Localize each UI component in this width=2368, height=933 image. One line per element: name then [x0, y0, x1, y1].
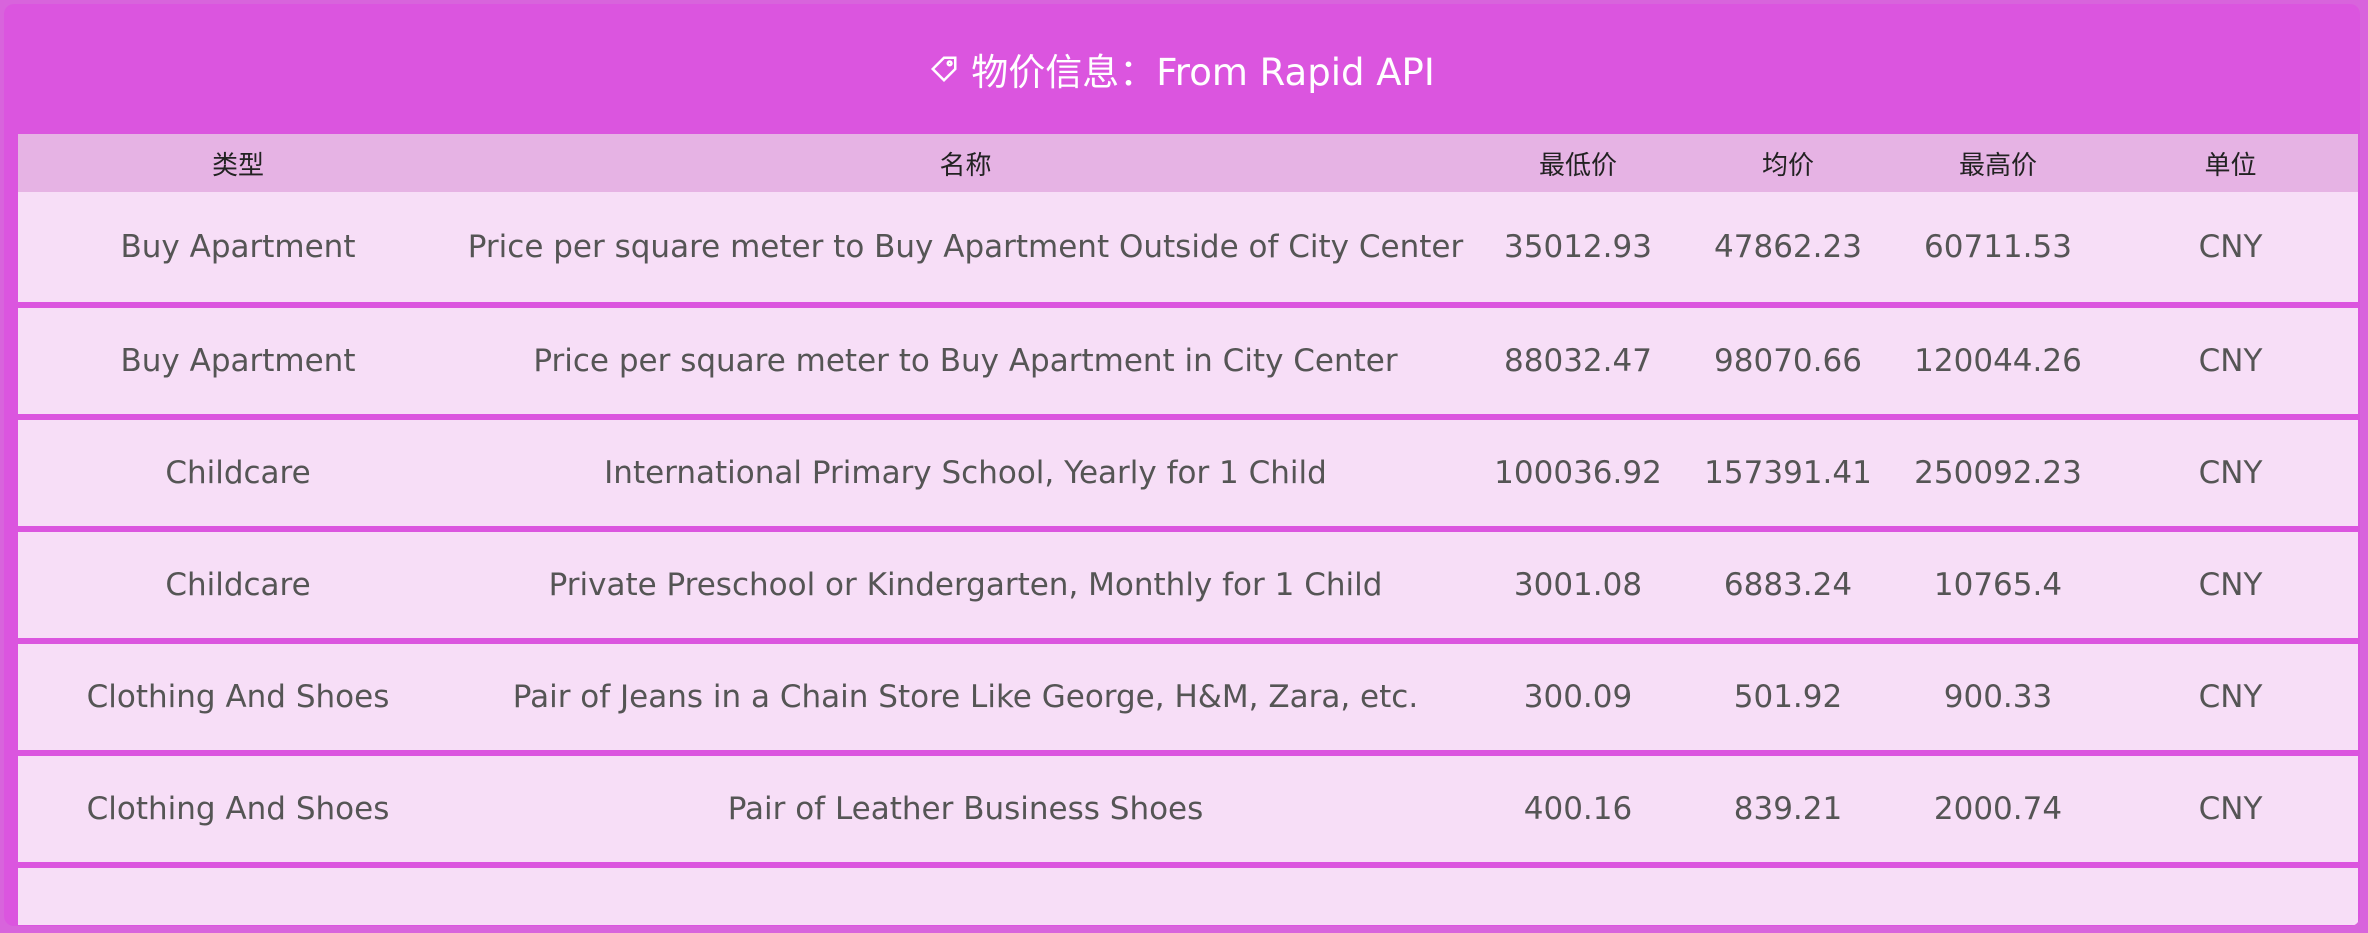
partial-table-row [18, 865, 2358, 925]
cell-type: Buy Apartment [120, 343, 356, 379]
cell-max-price: 250092.23 [1914, 455, 2082, 491]
table-header-row: 类型 名称 最低价 均价 最高价 单位 [18, 134, 2358, 192]
cell-avg-price: 157391.41 [1704, 455, 1872, 491]
cell-type: Clothing And Shoes [86, 679, 390, 715]
cell-avg-price: 47862.23 [1714, 229, 1862, 265]
cell-avg-price: 839.21 [1733, 791, 1843, 827]
cell-min-price: 100036.92 [1494, 455, 1662, 491]
cell-max-price: 900.33 [1943, 679, 2053, 715]
cell-name: Pair of Leather Business Shoes [727, 791, 1204, 827]
cell-name: Price per square meter to Buy Apartment … [467, 229, 1464, 265]
header-max-price: 最高价 [1958, 150, 2037, 181]
cell-unit: CNY [2198, 343, 2263, 379]
cell-name: International Primary School, Yearly for… [604, 455, 1327, 491]
table-row: Childcare International Primary School, … [18, 417, 2358, 529]
cell-avg-price: 6883.24 [1723, 567, 1853, 603]
cell-name: Price per square meter to Buy Apartment … [533, 343, 1398, 379]
cell-type: Buy Apartment [120, 229, 356, 265]
price-table: 类型 名称 最低价 均价 最高价 单位 Buy Apartment Price … [18, 134, 2358, 925]
panel-title: 物价信息：From Rapid API [4, 4, 2360, 134]
table-row: Clothing And Shoes Pair of Jeans in a Ch… [18, 641, 2358, 753]
cell-min-price: 400.16 [1523, 791, 1633, 827]
price-info-panel: 物价信息：From Rapid API 类型 名称 最低价 均价 最高价 单位 [4, 4, 2360, 926]
cell-min-price: 3001.08 [1513, 567, 1643, 603]
cell-min-price: 88032.47 [1504, 343, 1652, 379]
cell-name: Private Preschool or Kindergarten, Month… [548, 567, 1383, 603]
cell-type: Clothing And Shoes [86, 791, 390, 827]
cell-avg-price: 501.92 [1733, 679, 1843, 715]
header-avg-price: 均价 [1761, 150, 1814, 181]
header-unit: 单位 [2204, 150, 2257, 181]
header-min-price: 最低价 [1538, 150, 1617, 181]
cell-type: Childcare [165, 567, 311, 603]
cell-min-price: 35012.93 [1504, 229, 1652, 265]
table-row: Childcare Private Preschool or Kindergar… [18, 529, 2358, 641]
cell-unit: CNY [2198, 791, 2263, 827]
cell-max-price: 120044.26 [1914, 343, 2082, 379]
header-type: 类型 [211, 150, 264, 181]
cell-unit: CNY [2198, 229, 2263, 265]
cell-max-price: 60711.53 [1924, 229, 2072, 265]
cell-name: Pair of Jeans in a Chain Store Like Geor… [512, 679, 1419, 715]
cell-type: Childcare [165, 455, 311, 491]
cell-unit: CNY [2198, 679, 2263, 715]
header-name: 名称 [939, 150, 992, 181]
cell-max-price: 10765.4 [1933, 567, 2063, 603]
table-row: Clothing And Shoes Pair of Leather Busin… [18, 753, 2358, 865]
price-table-container[interactable]: 类型 名称 最低价 均价 最高价 单位 Buy Apartment Price … [18, 134, 2358, 926]
tag-icon [929, 54, 959, 84]
table-row: Buy Apartment Price per square meter to … [18, 192, 2358, 305]
table-row: Buy Apartment Price per square meter to … [18, 305, 2358, 417]
cell-max-price: 2000.74 [1933, 791, 2063, 827]
cell-avg-price: 98070.66 [1714, 343, 1862, 379]
panel-title-text: 物价信息：From Rapid API [971, 51, 1435, 94]
cell-unit: CNY [2198, 567, 2263, 603]
cell-unit: CNY [2198, 455, 2263, 491]
cell-min-price: 300.09 [1523, 679, 1633, 715]
